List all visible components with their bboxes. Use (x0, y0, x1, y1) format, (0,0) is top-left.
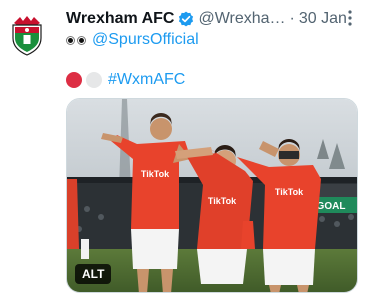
tweet-card[interactable]: Wrexham AFC @Wrexha… · 30 Jan @SpursOffi… (0, 0, 369, 300)
alt-text-button[interactable]: ALT (75, 264, 112, 284)
timestamp[interactable]: 30 Jan (299, 8, 347, 30)
tweet-text-line-1: @SpursOfficial (66, 29, 199, 51)
tweet-text-line-2: #WxmAFC (66, 69, 185, 91)
red-circle-emoji-icon (66, 72, 82, 88)
tweet-header: Wrexham AFC @Wrexha… · 30 Jan (66, 8, 362, 30)
display-name[interactable]: Wrexham AFC (66, 8, 174, 30)
user-handle[interactable]: @Wrexha… (198, 8, 285, 30)
eyes-emoji-icon (66, 35, 86, 45)
white-circle-emoji-icon (86, 72, 102, 88)
shirt-sponsor-text-2: TikTok (208, 196, 237, 206)
separator-dot: · (289, 10, 295, 27)
verified-badge-icon (179, 11, 194, 27)
players-celebration-image: GOAL TikTok TikTok TikTok (67, 99, 357, 292)
board-text: GOAL (317, 201, 346, 212)
wrexham-crest-icon[interactable] (8, 14, 46, 56)
mention-link[interactable]: @SpursOfficial (92, 29, 199, 51)
shirt-sponsor-text: TikTok (141, 169, 170, 179)
hashtag-link[interactable]: #WxmAFC (108, 69, 185, 91)
tweet-photo[interactable]: GOAL TikTok TikTok TikTok ALT (66, 98, 358, 293)
more-options-icon[interactable] (343, 8, 357, 28)
shirt-sponsor-text-3: TikTok (275, 187, 304, 197)
